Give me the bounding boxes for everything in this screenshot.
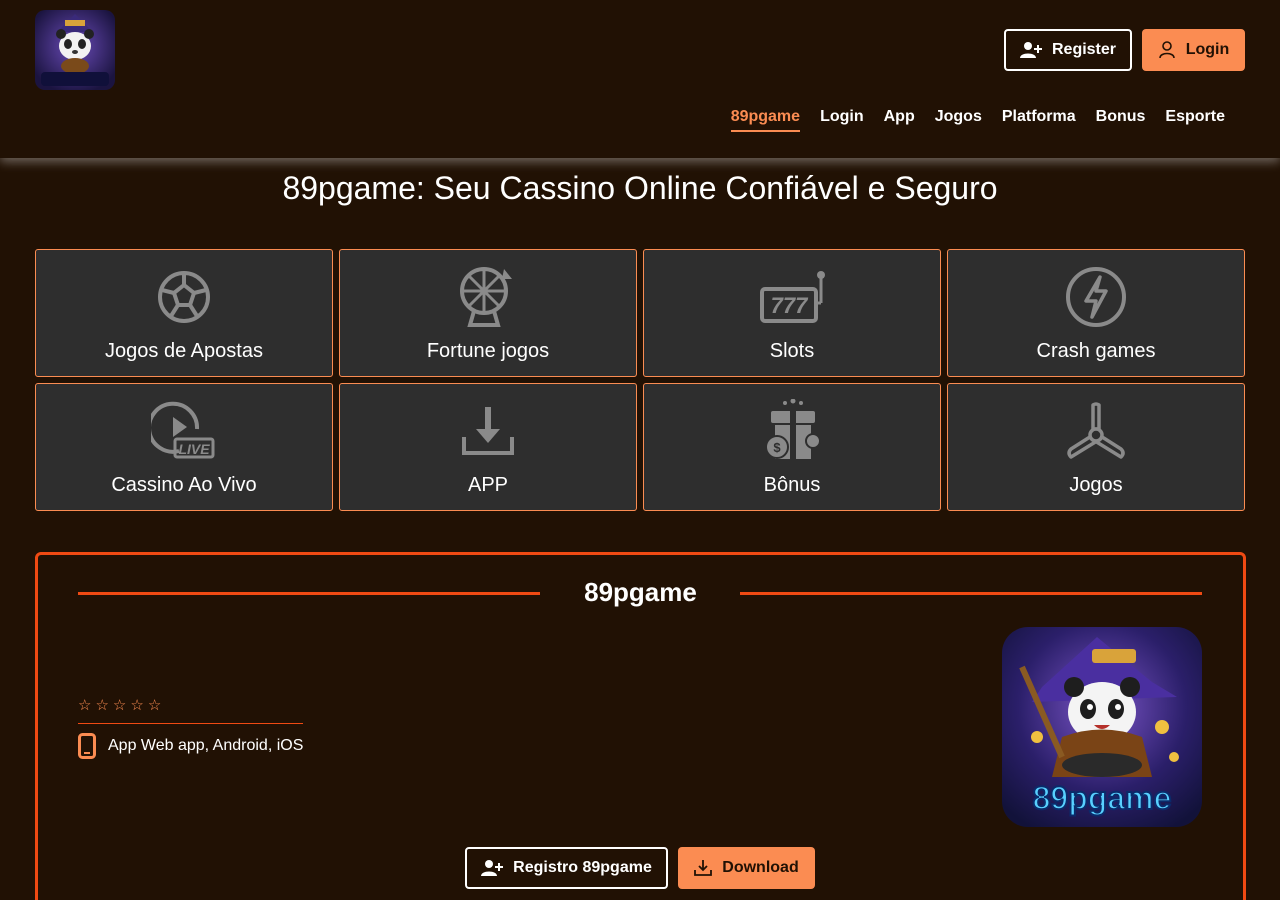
star-icon: ☆ — [95, 697, 109, 714]
live-play-icon: LIVE — [151, 401, 215, 459]
tile-label: Cassino Ao Vivo — [111, 474, 257, 496]
tile-label: Slots — [769, 340, 815, 362]
site-logo[interactable] — [35, 10, 115, 90]
tile-app[interactable]: APP — [339, 383, 637, 511]
title-divider-right — [740, 592, 1202, 595]
download-label: Download — [722, 859, 799, 876]
main-nav: 89pgame Login App Jogos Platforma Bonus … — [730, 108, 1225, 132]
download-button[interactable]: Download — [678, 847, 815, 889]
smartphone-icon — [78, 733, 96, 759]
register-89pgame-button[interactable]: Registro 89pgame — [465, 847, 668, 889]
app-image: 89pgame — [1002, 627, 1202, 827]
page-title: 89pgame: Seu Cassino Online Confiável e … — [282, 170, 998, 206]
gift-icon: $ — [765, 399, 821, 459]
tile-label: Jogos — [1069, 474, 1123, 496]
add-user-icon — [481, 860, 504, 876]
svg-text:$: $ — [773, 440, 781, 455]
nav-item-platforma[interactable]: Platforma — [1002, 108, 1076, 132]
category-grid: Jogos de Apostas Fortune jogos 777 Slots… — [35, 249, 1245, 511]
platform-text: App Web app, Android, iOS — [108, 737, 304, 754]
tile-slots[interactable]: 777 Slots — [643, 249, 941, 377]
site-header: Register Login 89pgame Login App Jogos P… — [0, 0, 1280, 158]
tile-jogos[interactable]: Jogos — [947, 383, 1245, 511]
soccer-ball-icon — [158, 271, 210, 323]
tile-label: Crash games — [1036, 340, 1156, 362]
add-user-icon — [1019, 42, 1042, 58]
user-icon — [1158, 41, 1175, 59]
nav-item-jogos[interactable]: Jogos — [935, 108, 982, 132]
tile-fortune-jogos[interactable]: Fortune jogos — [339, 249, 637, 377]
nav-item-bonus[interactable]: Bonus — [1096, 108, 1146, 132]
platform-info: App Web app, Android, iOS — [78, 733, 303, 759]
panda-logo-icon — [35, 10, 115, 90]
star-icon: ☆ — [130, 697, 144, 714]
register-label: Register — [1051, 41, 1117, 58]
nav-item-login[interactable]: Login — [820, 108, 864, 132]
tile-label: Fortune jogos — [426, 340, 550, 362]
propeller-icon — [1067, 402, 1125, 459]
register-button[interactable]: Register — [1004, 29, 1132, 71]
tile-label: Bônus — [763, 474, 821, 496]
lightning-icon — [1066, 267, 1126, 327]
svg-text:LIVE: LIVE — [178, 441, 210, 457]
tile-label: Jogos de Apostas — [105, 340, 263, 362]
tile-crash-games[interactable]: Crash games — [947, 249, 1245, 377]
slot-machine-icon: 777 — [760, 271, 825, 323]
nav-item-89pgame[interactable]: 89pgame — [730, 108, 801, 132]
tile-label: APP — [467, 474, 509, 496]
download-icon — [462, 407, 514, 455]
nav-item-esporte[interactable]: Esporte — [1165, 108, 1225, 132]
download-icon — [694, 860, 713, 876]
tile-cassino-ao-vivo[interactable]: LIVE Cassino Ao Vivo — [35, 383, 333, 511]
app-panel: 89pgame ☆ ☆ ☆ ☆ ☆ App Web app, Android, … — [35, 552, 1246, 900]
star-icon: ☆ — [147, 697, 162, 714]
svg-text:777: 777 — [771, 293, 809, 318]
star-icon: ☆ — [112, 697, 127, 714]
login-label: Login — [1185, 41, 1230, 58]
fortune-wheel-icon — [460, 267, 512, 327]
login-button[interactable]: Login — [1142, 29, 1245, 71]
star-icon: ☆ — [78, 697, 92, 714]
nav-item-app[interactable]: App — [884, 108, 915, 132]
star-rating: ☆ ☆ ☆ ☆ ☆ — [78, 698, 303, 724]
app-image-text: 89pgame — [1033, 780, 1172, 816]
panda-app-icon: 89pgame — [1002, 627, 1202, 827]
tile-jogos-de-apostas[interactable]: Jogos de Apostas — [35, 249, 333, 377]
tile-bonus[interactable]: $ Bônus — [643, 383, 941, 511]
register-89pgame-label: Registro 89pgame — [513, 859, 652, 876]
